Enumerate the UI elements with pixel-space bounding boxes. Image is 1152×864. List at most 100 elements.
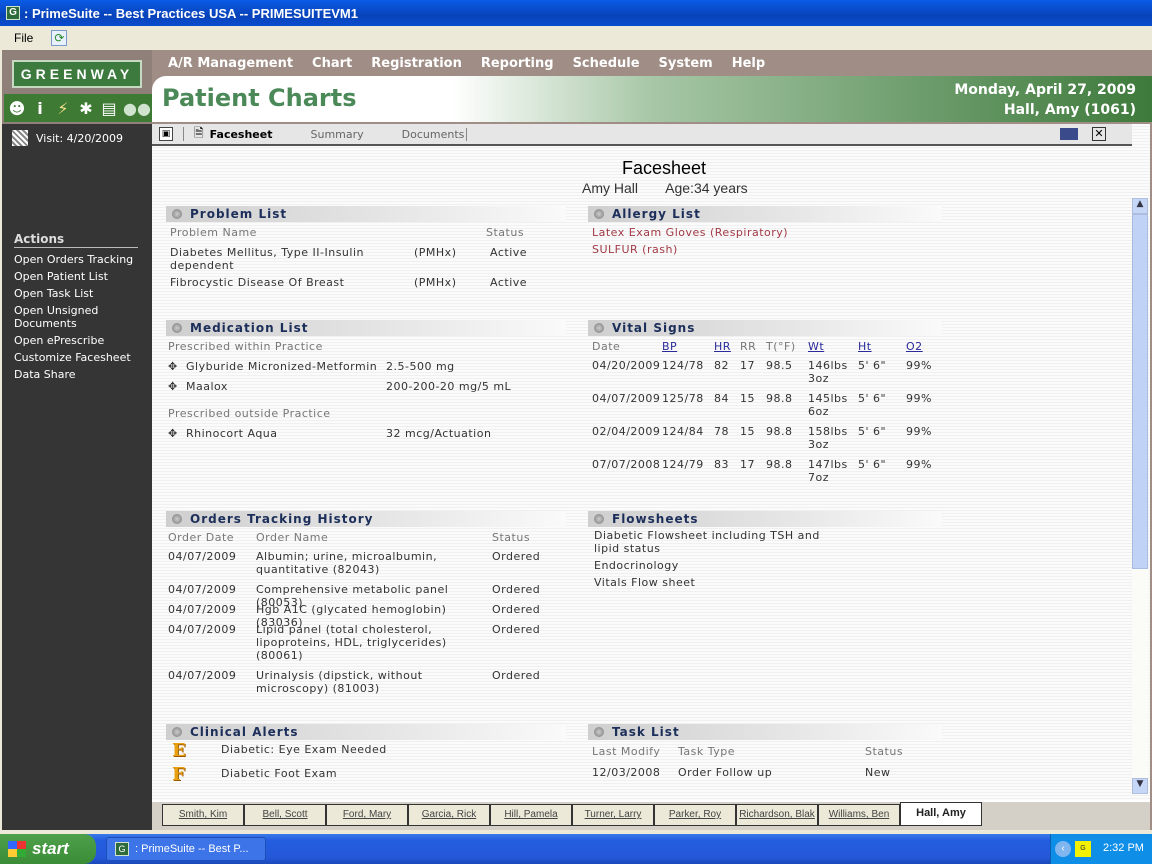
start-button[interactable]: start bbox=[0, 834, 96, 864]
scroll-up-icon[interactable]: ▲ bbox=[1132, 198, 1148, 214]
order-row[interactable]: 04/07/2009 Lipid panel (total cholesterol… bbox=[166, 620, 566, 666]
action-open-eprescribe[interactable]: Open ePrescribe bbox=[14, 332, 138, 349]
table-row[interactable]: Diabetes Mellitus, Type II-Insulin depen… bbox=[166, 242, 566, 276]
document-icon[interactable]: ▤ bbox=[100, 99, 118, 118]
alert-text[interactable]: Diabetic Foot Exam bbox=[221, 767, 337, 780]
problem-list-section: Problem List Problem Name Status Diabete… bbox=[166, 206, 566, 296]
order-row[interactable]: 04/07/2009 Albumin; urine, microalbumin, … bbox=[166, 547, 566, 580]
actions-panel: Actions Open Orders Tracking Open Patien… bbox=[14, 232, 138, 383]
action-data-share[interactable]: Data Share bbox=[14, 366, 138, 383]
patient-tab[interactable]: Bell, Scott bbox=[244, 804, 326, 826]
col-hr[interactable]: HR bbox=[714, 340, 731, 353]
order-status: Ordered bbox=[492, 603, 541, 616]
section-header[interactable]: Flowsheets bbox=[588, 511, 942, 527]
collapse-icon[interactable] bbox=[594, 323, 604, 333]
keyboard-dropdown-icon[interactable] bbox=[1060, 128, 1078, 140]
patient-tab[interactable]: Richardson, Blak bbox=[736, 804, 818, 826]
tab-summary[interactable]: Summary bbox=[311, 128, 364, 141]
patient-tab[interactable]: Williams, Ben bbox=[818, 804, 900, 826]
col-ht[interactable]: Ht bbox=[858, 340, 872, 353]
refresh-icon[interactable]: ⟳ bbox=[51, 30, 68, 46]
section-header[interactable]: Allergy List bbox=[588, 206, 942, 222]
tray-app-icon[interactable]: G bbox=[1075, 841, 1091, 857]
flowsheet-item[interactable]: Endocrinology bbox=[594, 559, 848, 572]
section-header[interactable]: Problem List bbox=[166, 206, 566, 222]
vitals-row[interactable]: 07/07/2008 124/79 83 17 98.8 147lbs 7oz 5' 6" 9… bbox=[588, 455, 942, 488]
vital-bp: 125/78 bbox=[662, 392, 704, 405]
order-row[interactable]: 04/07/2009 Hgb A1C (glycated hemoglobin) … bbox=[166, 600, 566, 629]
left-panel: Visit: 4/20/2009 Actions Open Orders Tra… bbox=[2, 124, 152, 830]
scroll-down-icon[interactable]: ▼ bbox=[1132, 778, 1148, 794]
section-header[interactable]: Task List bbox=[588, 724, 942, 740]
visit-info[interactable]: Visit: 4/20/2009 bbox=[12, 130, 123, 146]
vitals-row[interactable]: 04/20/2009 124/78 82 17 98.5 146lbs 3oz 5' 6" 9… bbox=[588, 356, 942, 389]
greenway-logo: GREENWAY bbox=[12, 60, 142, 88]
patient-tab[interactable]: Ford, Mary bbox=[326, 804, 408, 826]
action-customize-facesheet[interactable]: Customize Facesheet bbox=[14, 349, 138, 366]
nav-chart[interactable]: Chart bbox=[312, 56, 352, 71]
chart-icon[interactable]: ▣ bbox=[159, 127, 173, 141]
info-icon[interactable]: i bbox=[31, 99, 49, 118]
patient-tab-active[interactable]: Hall, Amy bbox=[900, 802, 982, 826]
nav-system[interactable]: System bbox=[659, 56, 713, 71]
patient-name: Amy Hall bbox=[582, 180, 639, 196]
col-wt[interactable]: Wt bbox=[808, 340, 824, 353]
vital-date: 07/07/2008 bbox=[592, 458, 661, 471]
allergy-item[interactable]: Latex Exam Gloves (Respiratory) bbox=[592, 224, 942, 241]
scroll-thumb[interactable] bbox=[1132, 214, 1148, 569]
order-row[interactable]: 04/07/2009 Urinalysis (dipstick, without … bbox=[166, 666, 566, 699]
col-bp[interactable]: BP bbox=[662, 340, 677, 353]
taskbar-item-primesuite[interactable]: G : PrimeSuite -- Best P... bbox=[106, 837, 266, 861]
stick-figure-icon[interactable]: ✱ bbox=[77, 99, 95, 118]
collapse-icon[interactable] bbox=[172, 514, 182, 524]
close-icon[interactable]: ✕ bbox=[1092, 127, 1106, 141]
nav-registration[interactable]: Registration bbox=[371, 56, 462, 71]
vitals-row[interactable]: 02/04/2009 124/84 78 15 98.8 158lbs 3oz 5' 6" 9… bbox=[588, 422, 942, 455]
nav-reporting[interactable]: Reporting bbox=[481, 56, 554, 71]
section-header[interactable]: Orders Tracking History bbox=[166, 511, 566, 527]
collapse-icon[interactable] bbox=[594, 727, 604, 737]
vertical-scrollbar[interactable]: ▲ ▼ bbox=[1132, 198, 1148, 794]
task-type: Order Follow up bbox=[678, 766, 773, 779]
nav-schedule[interactable]: Schedule bbox=[573, 56, 640, 71]
section-title: Task List bbox=[612, 725, 680, 739]
action-open-patient-list[interactable]: Open Patient List bbox=[14, 268, 138, 285]
section-header[interactable]: Clinical Alerts bbox=[166, 724, 566, 740]
table-row[interactable]: Fibrocystic Disease Of Breast (PMHx) Act… bbox=[166, 276, 566, 294]
patient-tab[interactable]: Smith, Kim bbox=[162, 804, 244, 826]
collapse-icon[interactable] bbox=[594, 209, 604, 219]
patient-search-icon[interactable]: ☻ bbox=[8, 99, 26, 118]
flowsheet-item[interactable]: Vitals Flow sheet bbox=[594, 576, 848, 589]
menu-file[interactable]: File bbox=[14, 31, 33, 45]
vitals-row[interactable]: 04/07/2009 125/78 84 15 98.8 145lbs 6oz 5' 6" 9… bbox=[588, 389, 942, 422]
task-list-section: Task List Last Modify Task Type Status 1… bbox=[588, 724, 942, 794]
note-icon[interactable]: ⚡ bbox=[54, 99, 72, 118]
table-row[interactable]: 12/03/2008 Order Follow up New bbox=[588, 762, 942, 780]
section-header[interactable]: Vital Signs bbox=[588, 320, 942, 336]
allergy-list-section: Allergy List Latex Exam Gloves (Respirat… bbox=[588, 206, 942, 258]
tab-documents[interactable]: Documents bbox=[402, 127, 468, 141]
patient-tab[interactable]: Hill, Pamela bbox=[490, 804, 572, 826]
action-open-unsigned-documents[interactable]: Open Unsigned Documents bbox=[14, 304, 114, 330]
action-open-task-list[interactable]: Open Task List bbox=[14, 285, 138, 302]
tray-expand-icon[interactable]: ‹ bbox=[1055, 841, 1071, 857]
patient-tab[interactable]: Turner, Larry bbox=[572, 804, 654, 826]
action-open-orders-tracking[interactable]: Open Orders Tracking bbox=[14, 251, 138, 268]
patient-tab[interactable]: Garcia, Rick bbox=[408, 804, 490, 826]
patient-tab[interactable]: Parker, Roy bbox=[654, 804, 736, 826]
vital-rr: 17 bbox=[740, 359, 755, 372]
section-header[interactable]: Medication List bbox=[166, 320, 566, 336]
alert-text[interactable]: Diabetic: Eye Exam Needed bbox=[221, 743, 387, 756]
nav-ar-management[interactable]: A/R Management bbox=[168, 56, 293, 71]
collapse-icon[interactable] bbox=[172, 209, 182, 219]
tab-facesheet[interactable]: Facesheet bbox=[210, 128, 273, 141]
order-row[interactable]: 04/07/2009 Comprehensive metabolic panel … bbox=[166, 580, 566, 609]
nav-help[interactable]: Help bbox=[732, 56, 765, 71]
flowsheet-item[interactable]: Diabetic Flowsheet including TSH and lip… bbox=[594, 529, 848, 555]
col-o2[interactable]: O2 bbox=[906, 340, 923, 353]
collapse-icon[interactable] bbox=[172, 727, 182, 737]
group-icon[interactable]: ●● bbox=[123, 99, 151, 118]
collapse-icon[interactable] bbox=[172, 323, 182, 333]
collapse-icon[interactable] bbox=[594, 514, 604, 524]
allergy-item[interactable]: SULFUR (rash) bbox=[592, 241, 942, 258]
